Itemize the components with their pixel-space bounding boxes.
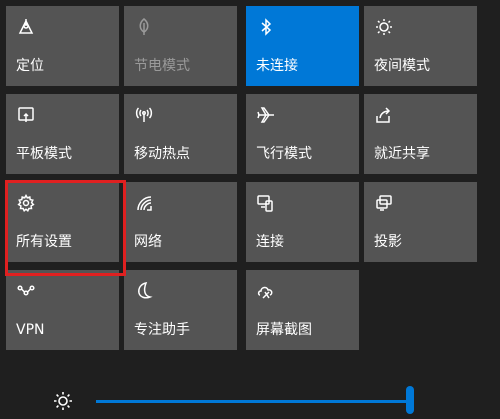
tile-nearby-share[interactable]: 就近共享 [364,94,477,174]
tile-night-light[interactable]: 夜间模式 [364,6,477,86]
tile-bluetooth[interactable]: 未连接 [246,6,359,86]
airplane-icon [255,104,277,126]
tile-label: 未连接 [256,58,298,74]
tablet-mode-icon [15,104,37,126]
tile-label: 定位 [16,58,44,74]
brightness-row [0,372,500,414]
mobile-hotspot-icon [133,104,155,126]
tile-label: 连接 [256,234,284,250]
tile-airplane-mode[interactable]: 飞行模式 [246,94,359,174]
tile-label: 投影 [374,234,402,250]
tile-project[interactable]: 投影 [364,182,477,262]
tile-tablet-mode[interactable]: 平板模式 [6,94,119,174]
bluetooth-icon [255,16,277,38]
tile-label: 平板模式 [16,146,72,162]
connect-icon [255,192,277,214]
nearby-share-icon [373,104,395,126]
tile-label: 专注助手 [134,322,190,338]
tile-label: 屏幕截图 [256,322,312,338]
tile-label: 移动热点 [134,146,190,162]
tile-connect[interactable]: 连接 [246,182,359,262]
tile-mobile-hotspot[interactable]: 移动热点 [124,94,237,174]
vpn-icon [15,280,37,302]
tile-label: 夜间模式 [374,58,430,74]
tile-label: VPN [16,322,45,338]
brightness-icon [52,390,74,412]
tile-label: 网络 [134,234,162,250]
gear-icon [15,192,37,214]
focus-assist-icon [133,280,155,302]
project-icon [373,192,395,214]
tile-all-settings[interactable]: 所有设置 [6,182,119,262]
tile-label: 就近共享 [374,146,430,162]
tile-label: 节电模式 [134,58,190,74]
tile-vpn[interactable]: VPN [6,270,119,350]
quick-actions-grid: 定位 节电模式 未连接 夜间模式 平板模式 移动热点 飞行模式 就近共享 所有设… [0,0,500,360]
tile-label: 所有设置 [16,234,72,250]
network-icon [133,192,155,214]
tile-location[interactable]: 定位 [6,6,119,86]
screenshot-icon [255,280,277,302]
brightness-slider-thumb[interactable] [406,386,414,414]
location-icon [15,16,37,38]
tile-battery-saver[interactable]: 节电模式 [124,6,237,86]
tile-network[interactable]: 网络 [124,182,237,262]
battery-saver-icon [133,16,155,38]
brightness-slider-track[interactable] [96,400,414,403]
tile-focus-assist[interactable]: 专注助手 [124,270,237,350]
tile-screenshot[interactable]: 屏幕截图 [246,270,359,350]
tile-label: 飞行模式 [256,146,312,162]
night-light-icon [373,16,395,38]
